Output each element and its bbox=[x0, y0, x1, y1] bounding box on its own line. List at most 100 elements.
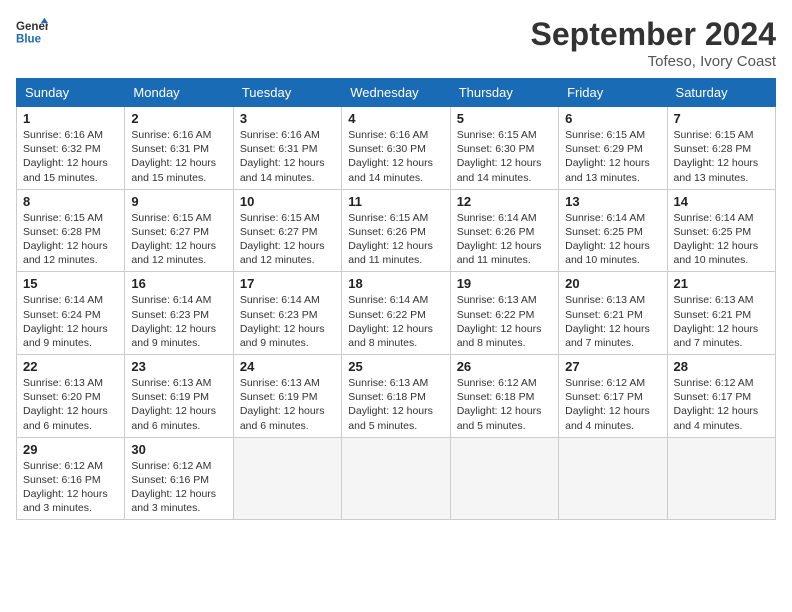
day-number: 17 bbox=[240, 276, 335, 291]
day-number: 19 bbox=[457, 276, 552, 291]
day-info: Sunrise: 6:15 AM Sunset: 6:28 PM Dayligh… bbox=[674, 128, 769, 185]
calendar-cell: 3 Sunrise: 6:16 AM Sunset: 6:31 PM Dayli… bbox=[233, 107, 341, 190]
week-row-4: 22 Sunrise: 6:13 AM Sunset: 6:20 PM Dayl… bbox=[17, 355, 776, 438]
day-number: 6 bbox=[565, 111, 660, 126]
day-number: 21 bbox=[674, 276, 769, 291]
day-number: 10 bbox=[240, 194, 335, 209]
day-number: 16 bbox=[131, 276, 226, 291]
header-friday: Friday bbox=[559, 79, 667, 107]
logo-icon: General Blue bbox=[16, 16, 48, 48]
calendar-cell: 19 Sunrise: 6:13 AM Sunset: 6:22 PM Dayl… bbox=[450, 272, 558, 355]
calendar-cell: 22 Sunrise: 6:13 AM Sunset: 6:20 PM Dayl… bbox=[17, 355, 125, 438]
day-info: Sunrise: 6:16 AM Sunset: 6:32 PM Dayligh… bbox=[23, 128, 118, 185]
header-thursday: Thursday bbox=[450, 79, 558, 107]
day-number: 13 bbox=[565, 194, 660, 209]
calendar-cell: 29 Sunrise: 6:12 AM Sunset: 6:16 PM Dayl… bbox=[17, 437, 125, 520]
week-row-5: 29 Sunrise: 6:12 AM Sunset: 6:16 PM Dayl… bbox=[17, 437, 776, 520]
day-info: Sunrise: 6:14 AM Sunset: 6:26 PM Dayligh… bbox=[457, 211, 552, 268]
day-info: Sunrise: 6:14 AM Sunset: 6:23 PM Dayligh… bbox=[240, 293, 335, 350]
calendar-cell: 6 Sunrise: 6:15 AM Sunset: 6:29 PM Dayli… bbox=[559, 107, 667, 190]
day-info: Sunrise: 6:14 AM Sunset: 6:22 PM Dayligh… bbox=[348, 293, 443, 350]
day-number: 22 bbox=[23, 359, 118, 374]
week-row-3: 15 Sunrise: 6:14 AM Sunset: 6:24 PM Dayl… bbox=[17, 272, 776, 355]
day-number: 30 bbox=[131, 442, 226, 457]
header-sunday: Sunday bbox=[17, 79, 125, 107]
day-info: Sunrise: 6:14 AM Sunset: 6:25 PM Dayligh… bbox=[674, 211, 769, 268]
week-row-2: 8 Sunrise: 6:15 AM Sunset: 6:28 PM Dayli… bbox=[17, 189, 776, 272]
calendar-cell: 1 Sunrise: 6:16 AM Sunset: 6:32 PM Dayli… bbox=[17, 107, 125, 190]
day-number: 2 bbox=[131, 111, 226, 126]
day-info: Sunrise: 6:14 AM Sunset: 6:23 PM Dayligh… bbox=[131, 293, 226, 350]
calendar-cell: 8 Sunrise: 6:15 AM Sunset: 6:28 PM Dayli… bbox=[17, 189, 125, 272]
day-number: 20 bbox=[565, 276, 660, 291]
calendar-cell: 30 Sunrise: 6:12 AM Sunset: 6:16 PM Dayl… bbox=[125, 437, 233, 520]
calendar-cell: 13 Sunrise: 6:14 AM Sunset: 6:25 PM Dayl… bbox=[559, 189, 667, 272]
calendar-cell bbox=[559, 437, 667, 520]
day-info: Sunrise: 6:15 AM Sunset: 6:27 PM Dayligh… bbox=[240, 211, 335, 268]
calendar-cell bbox=[667, 437, 775, 520]
calendar-cell: 16 Sunrise: 6:14 AM Sunset: 6:23 PM Dayl… bbox=[125, 272, 233, 355]
day-number: 14 bbox=[674, 194, 769, 209]
day-number: 23 bbox=[131, 359, 226, 374]
day-info: Sunrise: 6:15 AM Sunset: 6:26 PM Dayligh… bbox=[348, 211, 443, 268]
day-info: Sunrise: 6:13 AM Sunset: 6:20 PM Dayligh… bbox=[23, 376, 118, 433]
title-block: September 2024 Tofeso, Ivory Coast bbox=[531, 16, 776, 70]
day-number: 18 bbox=[348, 276, 443, 291]
calendar-cell bbox=[450, 437, 558, 520]
day-info: Sunrise: 6:13 AM Sunset: 6:22 PM Dayligh… bbox=[457, 293, 552, 350]
calendar-cell: 18 Sunrise: 6:14 AM Sunset: 6:22 PM Dayl… bbox=[342, 272, 450, 355]
day-info: Sunrise: 6:15 AM Sunset: 6:28 PM Dayligh… bbox=[23, 211, 118, 268]
calendar-cell: 9 Sunrise: 6:15 AM Sunset: 6:27 PM Dayli… bbox=[125, 189, 233, 272]
day-info: Sunrise: 6:13 AM Sunset: 6:19 PM Dayligh… bbox=[240, 376, 335, 433]
calendar-cell: 12 Sunrise: 6:14 AM Sunset: 6:26 PM Dayl… bbox=[450, 189, 558, 272]
day-number: 7 bbox=[674, 111, 769, 126]
calendar-cell: 4 Sunrise: 6:16 AM Sunset: 6:30 PM Dayli… bbox=[342, 107, 450, 190]
calendar-cell: 28 Sunrise: 6:12 AM Sunset: 6:17 PM Dayl… bbox=[667, 355, 775, 438]
header-monday: Monday bbox=[125, 79, 233, 107]
day-info: Sunrise: 6:16 AM Sunset: 6:31 PM Dayligh… bbox=[131, 128, 226, 185]
calendar-cell: 10 Sunrise: 6:15 AM Sunset: 6:27 PM Dayl… bbox=[233, 189, 341, 272]
location: Tofeso, Ivory Coast bbox=[531, 53, 776, 70]
day-info: Sunrise: 6:14 AM Sunset: 6:25 PM Dayligh… bbox=[565, 211, 660, 268]
day-number: 26 bbox=[457, 359, 552, 374]
day-number: 15 bbox=[23, 276, 118, 291]
calendar-cell: 2 Sunrise: 6:16 AM Sunset: 6:31 PM Dayli… bbox=[125, 107, 233, 190]
day-info: Sunrise: 6:16 AM Sunset: 6:31 PM Dayligh… bbox=[240, 128, 335, 185]
header-wednesday: Wednesday bbox=[342, 79, 450, 107]
week-row-1: 1 Sunrise: 6:16 AM Sunset: 6:32 PM Dayli… bbox=[17, 107, 776, 190]
day-info: Sunrise: 6:15 AM Sunset: 6:27 PM Dayligh… bbox=[131, 211, 226, 268]
day-info: Sunrise: 6:13 AM Sunset: 6:21 PM Dayligh… bbox=[674, 293, 769, 350]
calendar-cell: 26 Sunrise: 6:12 AM Sunset: 6:18 PM Dayl… bbox=[450, 355, 558, 438]
day-number: 27 bbox=[565, 359, 660, 374]
day-info: Sunrise: 6:12 AM Sunset: 6:17 PM Dayligh… bbox=[565, 376, 660, 433]
day-info: Sunrise: 6:12 AM Sunset: 6:16 PM Dayligh… bbox=[23, 459, 118, 516]
day-info: Sunrise: 6:14 AM Sunset: 6:24 PM Dayligh… bbox=[23, 293, 118, 350]
calendar-cell: 25 Sunrise: 6:13 AM Sunset: 6:18 PM Dayl… bbox=[342, 355, 450, 438]
day-number: 28 bbox=[674, 359, 769, 374]
day-number: 24 bbox=[240, 359, 335, 374]
calendar-cell: 14 Sunrise: 6:14 AM Sunset: 6:25 PM Dayl… bbox=[667, 189, 775, 272]
header-saturday: Saturday bbox=[667, 79, 775, 107]
day-number: 29 bbox=[23, 442, 118, 457]
day-info: Sunrise: 6:16 AM Sunset: 6:30 PM Dayligh… bbox=[348, 128, 443, 185]
calendar-cell: 11 Sunrise: 6:15 AM Sunset: 6:26 PM Dayl… bbox=[342, 189, 450, 272]
day-number: 12 bbox=[457, 194, 552, 209]
day-number: 4 bbox=[348, 111, 443, 126]
calendar-table: Sunday Monday Tuesday Wednesday Thursday… bbox=[16, 78, 776, 520]
day-info: Sunrise: 6:13 AM Sunset: 6:21 PM Dayligh… bbox=[565, 293, 660, 350]
day-info: Sunrise: 6:13 AM Sunset: 6:19 PM Dayligh… bbox=[131, 376, 226, 433]
day-number: 1 bbox=[23, 111, 118, 126]
calendar-cell: 21 Sunrise: 6:13 AM Sunset: 6:21 PM Dayl… bbox=[667, 272, 775, 355]
logo: General Blue bbox=[16, 16, 48, 48]
day-number: 25 bbox=[348, 359, 443, 374]
calendar-cell bbox=[342, 437, 450, 520]
calendar-cell: 24 Sunrise: 6:13 AM Sunset: 6:19 PM Dayl… bbox=[233, 355, 341, 438]
day-info: Sunrise: 6:15 AM Sunset: 6:29 PM Dayligh… bbox=[565, 128, 660, 185]
calendar-cell: 20 Sunrise: 6:13 AM Sunset: 6:21 PM Dayl… bbox=[559, 272, 667, 355]
month-title: September 2024 bbox=[531, 16, 776, 53]
day-info: Sunrise: 6:12 AM Sunset: 6:17 PM Dayligh… bbox=[674, 376, 769, 433]
day-number: 8 bbox=[23, 194, 118, 209]
calendar-cell: 7 Sunrise: 6:15 AM Sunset: 6:28 PM Dayli… bbox=[667, 107, 775, 190]
day-number: 5 bbox=[457, 111, 552, 126]
page-header: General Blue September 2024 Tofeso, Ivor… bbox=[16, 16, 776, 70]
